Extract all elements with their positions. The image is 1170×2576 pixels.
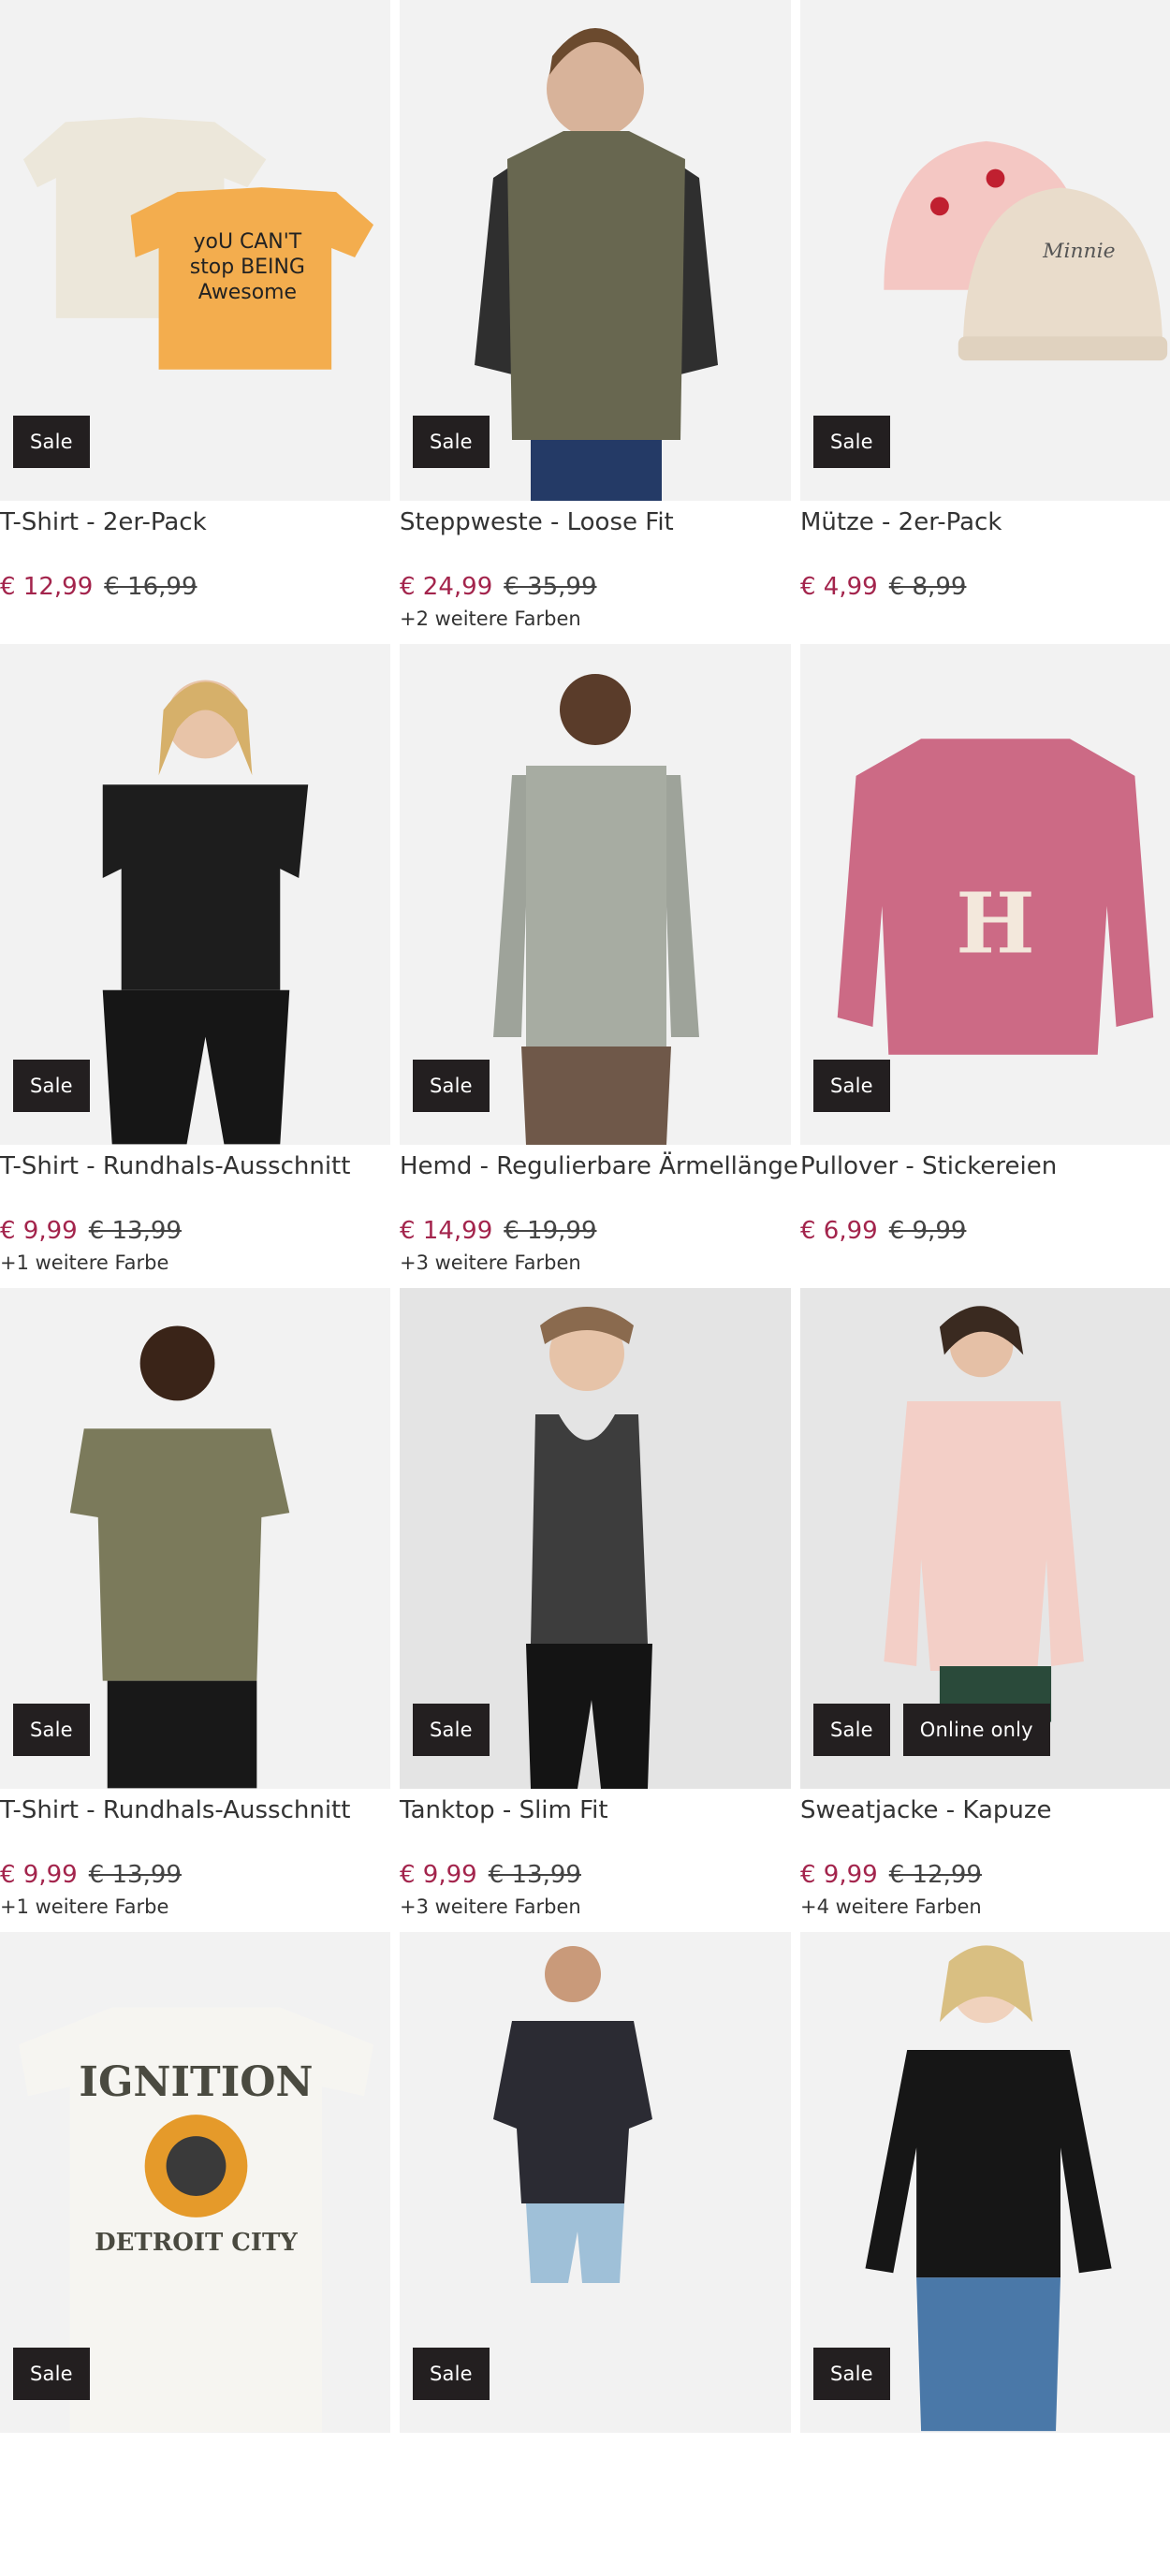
badge-group: Sale	[813, 416, 890, 468]
product-card[interactable]: H Sale Pullover - Stickereien € 6,99 € 9,99	[800, 644, 1170, 1288]
product-image[interactable]: IGNITION DETROIT CITY Sale	[0, 1932, 390, 2433]
product-card[interactable]: Minnie Sale Mütze - 2er-Pack € 4,99 € 8,99	[800, 0, 1170, 644]
product-title[interactable]: Hemd - Regulierbare Ärmellänge	[400, 1150, 798, 1182]
sale-badge: Sale	[813, 2348, 890, 2400]
sale-price: € 12,99	[0, 573, 94, 601]
original-price: € 19,99	[504, 1217, 597, 1245]
original-price: € 35,99	[504, 573, 597, 601]
badge-group: Sale	[413, 1704, 490, 1756]
product-image[interactable]: Sale	[0, 1288, 390, 1789]
original-price: € 8,99	[888, 573, 967, 601]
product-card[interactable]: Sale Hemd - Regulierbare Ärmellänge € 14,9…	[400, 644, 798, 1288]
product-image[interactable]: Sale	[400, 644, 791, 1145]
product-card[interactable]: IGNITION DETROIT CITY Sale	[0, 1932, 390, 2576]
sale-price: € 9,99	[400, 1861, 477, 1889]
product-title[interactable]: Steppweste - Loose Fit	[400, 506, 791, 538]
badge-group: Sale	[813, 1060, 890, 1112]
price-block: € 4,99 € 8,99	[800, 572, 1170, 602]
sale-badge: Sale	[13, 1060, 90, 1112]
more-colors-link[interactable]: +2 weitere Farben	[400, 606, 791, 632]
product-title[interactable]: Pullover - Stickereien	[800, 1150, 1170, 1182]
product-image[interactable]: yoU CAN'T stop BEING Awesome Sale	[0, 0, 390, 501]
price-block: € 6,99 € 9,99	[800, 1216, 1170, 1246]
sale-price: € 4,99	[800, 573, 878, 601]
sale-badge: Sale	[413, 1060, 490, 1112]
badge-group: Sale	[413, 416, 490, 468]
svg-text:IGNITION: IGNITION	[79, 2058, 313, 2106]
product-card[interactable]: yoU CAN'T stop BEING Awesome Sale T-Shirt …	[0, 0, 390, 644]
more-colors-link[interactable]: +1 weitere Farbe	[0, 1894, 390, 1920]
product-title[interactable]: T-Shirt - Rundhals-Ausschnitt	[0, 1794, 390, 1826]
badge-group: Sale Online only	[813, 1704, 1050, 1756]
price-block: € 9,99 € 13,99	[0, 1216, 390, 1246]
product-image[interactable]: Sale	[400, 1932, 791, 2433]
sale-badge: Sale	[13, 2348, 90, 2400]
more-colors-link[interactable]: +4 weitere Farben	[800, 1894, 1170, 1920]
sale-badge: Sale	[813, 416, 890, 468]
sale-badge: Sale	[813, 1060, 890, 1112]
sale-price: € 6,99	[800, 1217, 878, 1245]
svg-text:yoU CAN'T: yoU CAN'T	[194, 230, 302, 254]
badge-group: Sale	[413, 1060, 490, 1112]
badge-group: Sale	[813, 2348, 890, 2400]
original-price: € 12,99	[888, 1861, 982, 1889]
product-image[interactable]: Sale	[400, 1288, 791, 1789]
badge-group: Sale	[13, 2348, 90, 2400]
original-price: € 13,99	[88, 1861, 182, 1889]
svg-text:DETROIT CITY: DETROIT CITY	[95, 2229, 298, 2257]
sale-price: € 14,99	[400, 1217, 493, 1245]
sale-price: € 9,99	[0, 1217, 78, 1245]
svg-text:Minnie: Minnie	[1042, 240, 1115, 263]
badge-group: Sale	[413, 2348, 490, 2400]
product-title[interactable]: Mütze - 2er-Pack	[800, 506, 1170, 538]
product-image[interactable]: Sale	[0, 644, 390, 1145]
product-grid: yoU CAN'T stop BEING Awesome Sale T-Shirt …	[0, 0, 1170, 2576]
product-image[interactable]: H Sale	[800, 644, 1170, 1145]
more-colors-link[interactable]: +1 weitere Farbe	[0, 1250, 390, 1276]
product-title[interactable]: Sweatjacke - Kapuze	[800, 1794, 1170, 1826]
sale-badge: Sale	[413, 2348, 490, 2400]
original-price: € 13,99	[88, 1217, 182, 1245]
product-title[interactable]: Tanktop - Slim Fit	[400, 1794, 791, 1826]
product-image[interactable]: Sale	[800, 1932, 1170, 2433]
more-colors-link[interactable]: +3 weitere Farben	[400, 1250, 791, 1276]
badge-group: Sale	[13, 1704, 90, 1756]
price-block: € 9,99 € 13,99	[0, 1860, 390, 1890]
sale-price: € 9,99	[800, 1861, 878, 1889]
product-card[interactable]: Sale	[400, 1932, 791, 2576]
price-block: € 9,99 € 12,99	[800, 1860, 1170, 1890]
product-title[interactable]: T-Shirt - 2er-Pack	[0, 506, 390, 538]
sale-badge: Sale	[413, 1704, 490, 1756]
price-block: € 12,99 € 16,99	[0, 572, 390, 602]
product-image[interactable]: Sale	[400, 0, 791, 501]
svg-text:Awesome: Awesome	[198, 281, 297, 304]
product-image[interactable]: Sale Online only	[800, 1288, 1170, 1789]
sale-price: € 9,99	[0, 1861, 78, 1889]
sale-badge: Sale	[13, 416, 90, 468]
more-colors-link[interactable]: +3 weitere Farben	[400, 1894, 791, 1920]
price-block: € 9,99 € 13,99	[400, 1860, 791, 1890]
price-block: € 24,99 € 35,99	[400, 572, 791, 602]
product-card[interactable]: Sale T-Shirt - Rundhals-Ausschnitt € 9,99 €…	[0, 1288, 390, 1932]
badge-group: Sale	[13, 1060, 90, 1112]
sale-badge: Sale	[413, 416, 490, 468]
svg-text:H: H	[956, 875, 1034, 973]
product-card[interactable]: Sale Steppweste - Loose Fit € 24,99 € 35,99…	[400, 0, 791, 644]
product-card[interactable]: Sale Online only Sweatjacke - Kapuze € 9,99…	[800, 1288, 1170, 1932]
sale-price: € 24,99	[400, 573, 493, 601]
original-price: € 9,99	[888, 1217, 967, 1245]
product-card[interactable]: Sale T-Shirt - Rundhals-Ausschnitt € 9,99 €…	[0, 644, 390, 1288]
product-card[interactable]: Sale Tanktop - Slim Fit € 9,99 € 13,99 +3 we…	[400, 1288, 791, 1932]
product-title[interactable]: T-Shirt - Rundhals-Ausschnitt	[0, 1150, 390, 1182]
original-price: € 13,99	[488, 1861, 581, 1889]
online-only-badge: Online only	[902, 1704, 1050, 1756]
product-image[interactable]: Minnie Sale	[800, 0, 1170, 501]
badge-group: Sale	[13, 416, 90, 468]
svg-text:stop BEING: stop BEING	[190, 256, 305, 279]
original-price: € 16,99	[104, 573, 197, 601]
sale-badge: Sale	[813, 1704, 890, 1756]
sale-badge: Sale	[13, 1704, 90, 1756]
product-card[interactable]: Sale	[800, 1932, 1170, 2576]
price-block: € 14,99 € 19,99	[400, 1216, 791, 1246]
